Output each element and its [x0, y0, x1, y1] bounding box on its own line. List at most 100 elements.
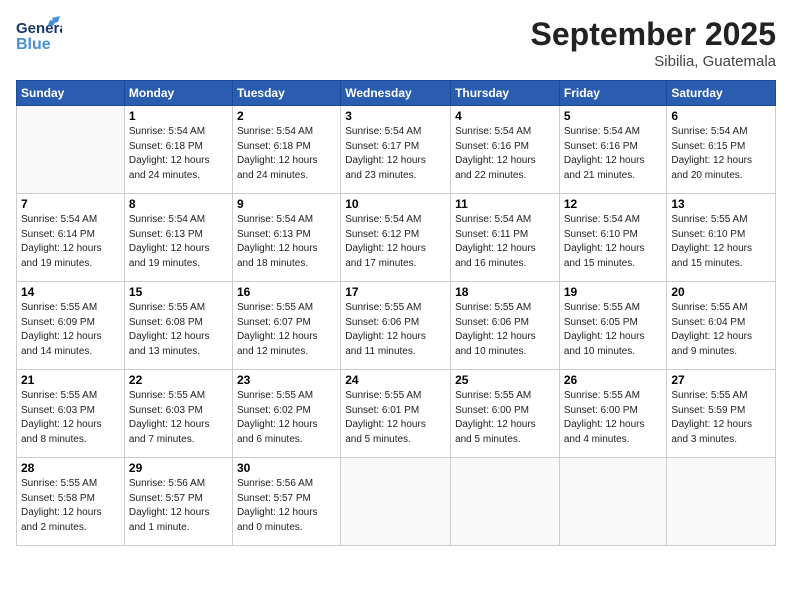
day-info: Sunrise: 5:55 AM Sunset: 5:58 PM Dayligh… [21, 477, 120, 535]
calendar-header-row: Sunday Monday Tuesday Wednesday Thursday… [17, 81, 776, 106]
calendar-table: Sunday Monday Tuesday Wednesday Thursday… [16, 80, 776, 546]
table-row: 14 Sunrise: 5:55 AM Sunset: 6:09 PM Dayli… [17, 282, 125, 370]
table-row [17, 106, 125, 194]
day-info: Sunrise: 5:55 AM Sunset: 6:06 PM Dayligh… [455, 301, 555, 359]
day-info: Sunrise: 5:55 AM Sunset: 6:08 PM Dayligh… [129, 301, 228, 359]
day-info: Sunrise: 5:54 AM Sunset: 6:12 PM Dayligh… [345, 213, 446, 271]
day-info: Sunrise: 5:54 AM Sunset: 6:18 PM Dayligh… [237, 125, 336, 183]
table-row: 3Sunrise: 5:54 AM Sunset: 6:17 PM Daylig… [341, 106, 451, 194]
day-info: Sunrise: 5:55 AM Sunset: 5:59 PM Dayligh… [671, 389, 771, 447]
calendar-week-row: 1 Sunrise: 5:54 AM Sunset: 6:18 PM Daylig… [17, 106, 776, 194]
day-info: Sunrise: 5:55 AM Sunset: 6:03 PM Dayligh… [21, 389, 120, 447]
table-row: 8 Sunrise: 5:54 AM Sunset: 6:13 PM Daylig… [124, 194, 232, 282]
day-number: 1 [129, 109, 228, 123]
day-info: Sunrise: 5:55 AM Sunset: 6:00 PM Dayligh… [455, 389, 555, 447]
day-number: 16 [237, 285, 336, 299]
table-row: 13Sunrise: 5:55 AM Sunset: 6:10 PM Dayli… [667, 194, 776, 282]
table-row: 2 Sunrise: 5:54 AM Sunset: 6:18 PM Daylig… [232, 106, 340, 194]
col-sunday: Sunday [17, 81, 125, 106]
day-number: 8 [129, 197, 228, 211]
day-number: 26 [564, 373, 663, 387]
day-number: 22 [129, 373, 228, 387]
location-subtitle: Sibilia, Guatemala [531, 53, 776, 70]
col-saturday: Saturday [667, 81, 776, 106]
day-number: 19 [564, 285, 663, 299]
calendar-week-row: 28 Sunrise: 5:55 AM Sunset: 5:58 PM Dayli… [17, 458, 776, 546]
table-row: 1 Sunrise: 5:54 AM Sunset: 6:18 PM Daylig… [124, 106, 232, 194]
day-info: Sunrise: 5:54 AM Sunset: 6:16 PM Dayligh… [455, 125, 555, 183]
day-info: Sunrise: 5:55 AM Sunset: 6:06 PM Dayligh… [345, 301, 446, 359]
day-info: Sunrise: 5:54 AM Sunset: 6:15 PM Dayligh… [671, 125, 771, 183]
table-row: 30 Sunrise: 5:56 AM Sunset: 5:57 PM Dayli… [232, 458, 340, 546]
table-row: 18 Sunrise: 5:55 AM Sunset: 6:06 PM Dayli… [451, 282, 560, 370]
table-row: 17 Sunrise: 5:55 AM Sunset: 6:06 PM Dayli… [341, 282, 451, 370]
col-wednesday: Wednesday [341, 81, 451, 106]
table-row: 16 Sunrise: 5:55 AM Sunset: 6:07 PM Dayli… [232, 282, 340, 370]
calendar-week-row: 7 Sunrise: 5:54 AM Sunset: 6:14 PM Daylig… [17, 194, 776, 282]
day-number: 10 [345, 197, 446, 211]
day-number: 11 [455, 197, 555, 211]
table-row: 12 Sunrise: 5:54 AM Sunset: 6:10 PM Dayli… [559, 194, 667, 282]
day-number: 13 [671, 197, 771, 211]
table-row: 7 Sunrise: 5:54 AM Sunset: 6:14 PM Daylig… [17, 194, 125, 282]
svg-text:Blue: Blue [16, 36, 51, 53]
day-number: 14 [21, 285, 120, 299]
title-block: September 2025 Sibilia, Guatemala [531, 16, 776, 70]
day-info: Sunrise: 5:54 AM Sunset: 6:10 PM Dayligh… [564, 213, 663, 271]
day-number: 25 [455, 373, 555, 387]
table-row: 15 Sunrise: 5:55 AM Sunset: 6:08 PM Dayli… [124, 282, 232, 370]
day-number: 18 [455, 285, 555, 299]
day-info: Sunrise: 5:54 AM Sunset: 6:18 PM Dayligh… [129, 125, 228, 183]
day-number: 21 [21, 373, 120, 387]
day-info: Sunrise: 5:54 AM Sunset: 6:13 PM Dayligh… [237, 213, 336, 271]
table-row: 10 Sunrise: 5:54 AM Sunset: 6:12 PM Dayli… [341, 194, 451, 282]
col-tuesday: Tuesday [232, 81, 340, 106]
day-number: 9 [237, 197, 336, 211]
day-info: Sunrise: 5:55 AM Sunset: 6:07 PM Dayligh… [237, 301, 336, 359]
day-number: 28 [21, 461, 120, 475]
day-number: 2 [237, 109, 336, 123]
day-number: 12 [564, 197, 663, 211]
table-row: 28 Sunrise: 5:55 AM Sunset: 5:58 PM Dayli… [17, 458, 125, 546]
day-info: Sunrise: 5:55 AM Sunset: 6:03 PM Dayligh… [129, 389, 228, 447]
col-thursday: Thursday [451, 81, 560, 106]
table-row [559, 458, 667, 546]
calendar-week-row: 14 Sunrise: 5:55 AM Sunset: 6:09 PM Dayli… [17, 282, 776, 370]
day-number: 15 [129, 285, 228, 299]
header: General Blue September 2025 Sibilia, Gua… [16, 16, 776, 70]
table-row: 26 Sunrise: 5:55 AM Sunset: 6:00 PM Dayli… [559, 370, 667, 458]
day-info: Sunrise: 5:54 AM Sunset: 6:13 PM Dayligh… [129, 213, 228, 271]
day-info: Sunrise: 5:54 AM Sunset: 6:14 PM Dayligh… [21, 213, 120, 271]
day-number: 5 [564, 109, 663, 123]
day-info: Sunrise: 5:56 AM Sunset: 5:57 PM Dayligh… [129, 477, 228, 535]
table-row: 21 Sunrise: 5:55 AM Sunset: 6:03 PM Dayli… [17, 370, 125, 458]
table-row: 25 Sunrise: 5:55 AM Sunset: 6:00 PM Dayli… [451, 370, 560, 458]
day-info: Sunrise: 5:55 AM Sunset: 6:01 PM Dayligh… [345, 389, 446, 447]
table-row [341, 458, 451, 546]
col-monday: Monday [124, 81, 232, 106]
day-number: 4 [455, 109, 555, 123]
day-info: Sunrise: 5:54 AM Sunset: 6:11 PM Dayligh… [455, 213, 555, 271]
day-number: 24 [345, 373, 446, 387]
table-row: 9 Sunrise: 5:54 AM Sunset: 6:13 PM Daylig… [232, 194, 340, 282]
logo: General Blue [16, 16, 64, 56]
day-number: 7 [21, 197, 120, 211]
table-row: 5Sunrise: 5:54 AM Sunset: 6:16 PM Daylig… [559, 106, 667, 194]
table-row: 27Sunrise: 5:55 AM Sunset: 5:59 PM Dayli… [667, 370, 776, 458]
day-number: 6 [671, 109, 771, 123]
table-row [451, 458, 560, 546]
calendar-body: 1 Sunrise: 5:54 AM Sunset: 6:18 PM Daylig… [17, 106, 776, 546]
day-info: Sunrise: 5:56 AM Sunset: 5:57 PM Dayligh… [237, 477, 336, 535]
calendar-week-row: 21 Sunrise: 5:55 AM Sunset: 6:03 PM Dayli… [17, 370, 776, 458]
day-info: Sunrise: 5:54 AM Sunset: 6:17 PM Dayligh… [345, 125, 446, 183]
table-row: 4 Sunrise: 5:54 AM Sunset: 6:16 PM Daylig… [451, 106, 560, 194]
table-row: 11 Sunrise: 5:54 AM Sunset: 6:11 PM Dayli… [451, 194, 560, 282]
table-row: 19Sunrise: 5:55 AM Sunset: 6:05 PM Dayli… [559, 282, 667, 370]
day-info: Sunrise: 5:55 AM Sunset: 6:00 PM Dayligh… [564, 389, 663, 447]
table-row: 23 Sunrise: 5:55 AM Sunset: 6:02 PM Dayli… [232, 370, 340, 458]
day-info: Sunrise: 5:55 AM Sunset: 6:02 PM Dayligh… [237, 389, 336, 447]
day-number: 30 [237, 461, 336, 475]
day-number: 23 [237, 373, 336, 387]
day-number: 17 [345, 285, 446, 299]
day-info: Sunrise: 5:55 AM Sunset: 6:09 PM Dayligh… [21, 301, 120, 359]
